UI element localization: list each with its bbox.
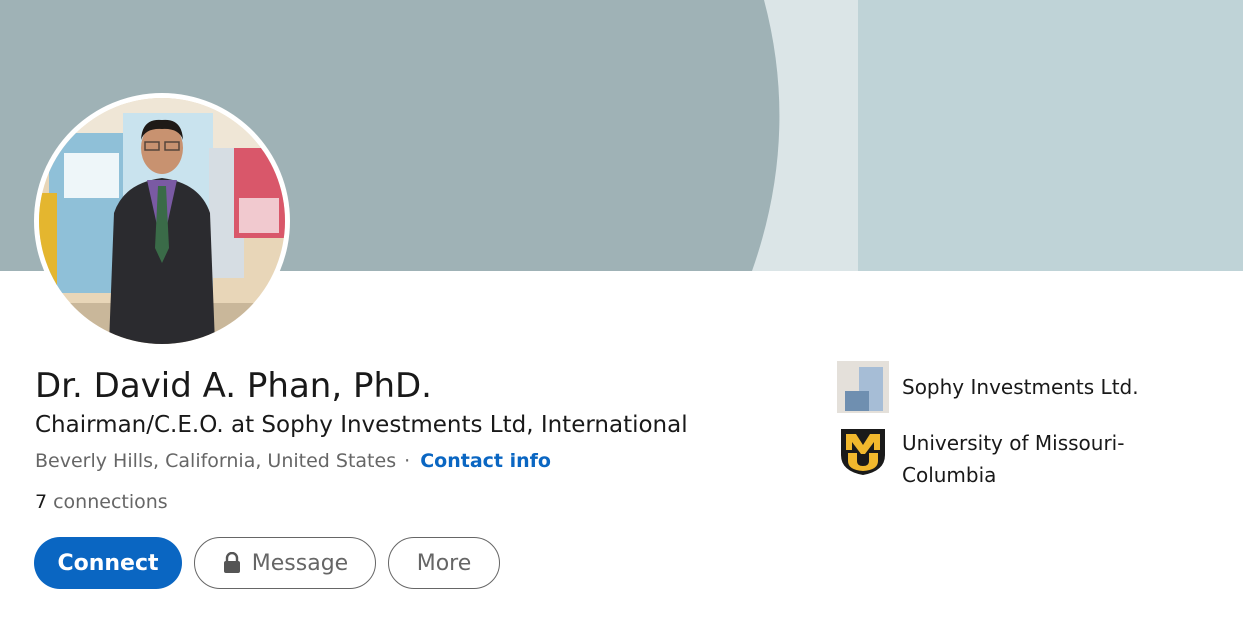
education-item[interactable]: University of Missouri-Columbia — [837, 425, 1217, 491]
location-separator: · — [404, 450, 411, 472]
more-button-label: More — [416, 550, 472, 576]
profile-side-list: Sophy Investments Ltd. University of Mis… — [837, 361, 1217, 503]
university-logo-icon — [837, 425, 889, 477]
profile-photo-image — [39, 98, 285, 344]
connect-button-label: Connect — [57, 550, 159, 576]
connect-button[interactable]: Connect — [34, 537, 182, 589]
profile-name: Dr. David A. Phan, PhD. — [35, 366, 432, 406]
message-button-label: Message — [251, 550, 349, 576]
connections-number: 7 — [35, 491, 48, 513]
connections-label: connections — [53, 491, 168, 513]
profile-actions: Connect Message More — [34, 537, 500, 589]
message-button[interactable]: Message — [194, 537, 376, 589]
education-school-name: University of Missouri-Columbia — [902, 431, 1125, 487]
profile-headline: Chairman/C.E.O. at Sophy Investments Ltd… — [35, 412, 688, 438]
profile-photo[interactable] — [34, 93, 290, 349]
lock-icon — [223, 552, 240, 573]
profile-page: Dr. David A. Phan, PhD. Chairman/C.E.O. … — [0, 0, 1243, 622]
current-company-item[interactable]: Sophy Investments Ltd. — [837, 361, 1217, 413]
contact-info-link[interactable]: Contact info — [420, 450, 551, 472]
connections-count[interactable]: 7 connections — [35, 491, 168, 513]
location-row: Beverly Hills, California, United States… — [35, 450, 551, 472]
current-company-name: Sophy Investments Ltd. — [902, 375, 1139, 399]
more-button[interactable]: More — [388, 537, 500, 589]
profile-location: Beverly Hills, California, United States — [35, 450, 397, 472]
company-logo-icon — [837, 361, 889, 413]
